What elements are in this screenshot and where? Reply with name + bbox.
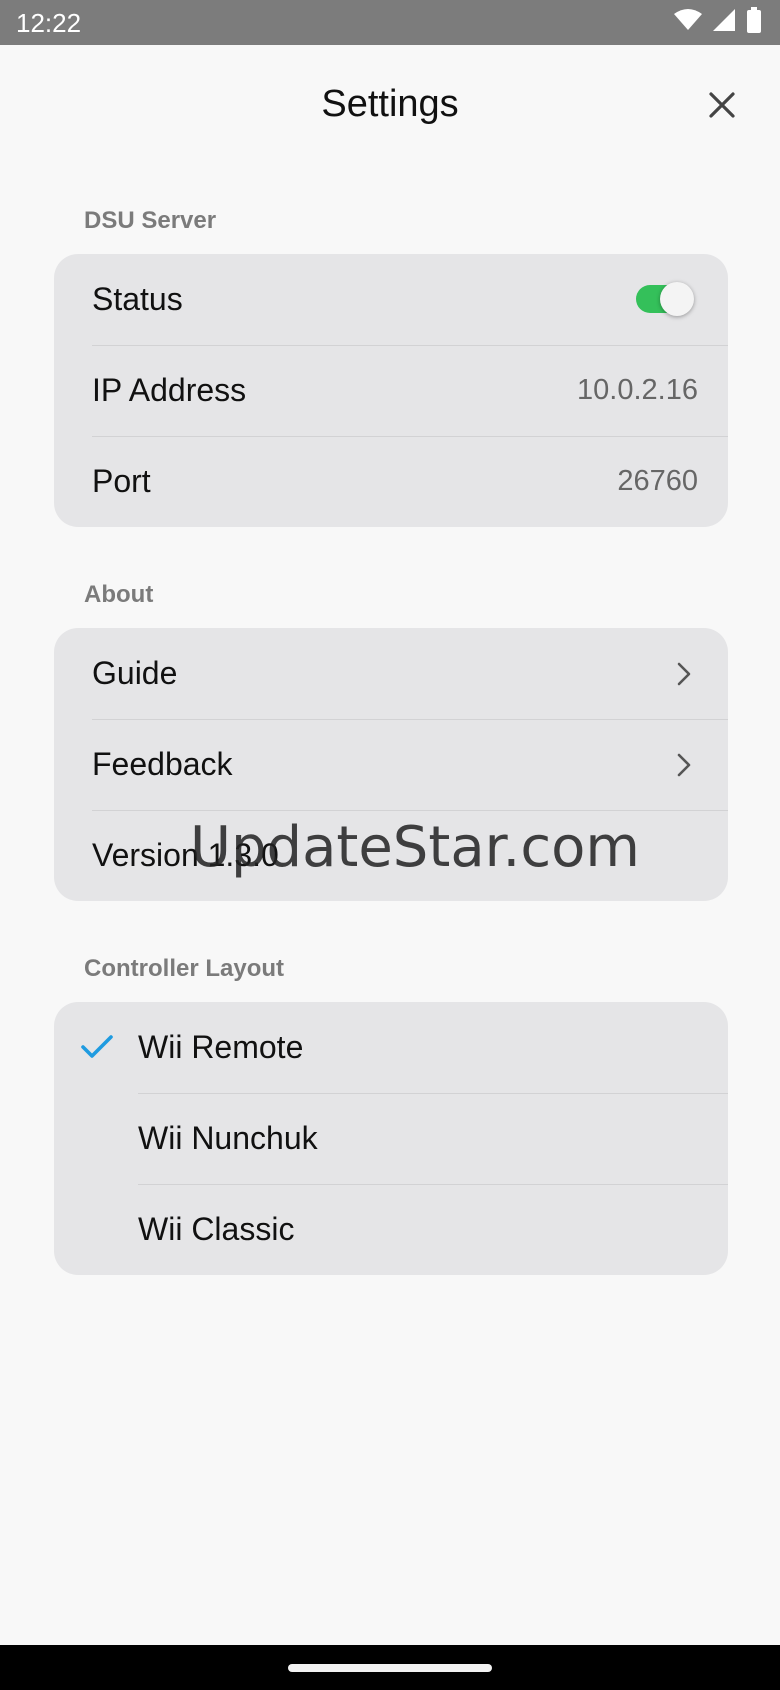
section-header-controller-layout: Controller Layout xyxy=(84,955,285,982)
watermark: UpdateStar.com xyxy=(190,815,640,880)
layout-option-wii-remote[interactable]: Wii Remote xyxy=(54,1002,728,1093)
cellular-signal-icon xyxy=(712,8,736,37)
layout-option-wii-nunchuk[interactable]: Wii Nunchuk xyxy=(54,1093,728,1184)
controller-layout-card: Wii Remote Wii Nunchuk Wii Classic xyxy=(54,1002,728,1275)
close-button[interactable] xyxy=(702,85,742,125)
ip-address-row: IP Address 10.0.2.16 xyxy=(54,345,728,436)
guide-row[interactable]: Guide xyxy=(54,628,728,719)
port-label: Port xyxy=(92,463,151,499)
home-gesture-handle[interactable] xyxy=(288,1664,492,1672)
close-icon xyxy=(709,92,735,118)
guide-label: Guide xyxy=(92,655,178,691)
checkmark-icon xyxy=(81,1035,113,1058)
chevron-right-icon xyxy=(677,662,691,686)
status-time: 12:22 xyxy=(16,8,82,38)
wifi-icon xyxy=(674,8,702,36)
layout-option-wii-classic[interactable]: Wii Classic xyxy=(54,1184,728,1275)
status-row: Status xyxy=(54,254,728,345)
navigation-bar xyxy=(0,1645,780,1690)
page-title: Settings xyxy=(321,83,459,125)
chevron-right-icon xyxy=(677,753,691,777)
section-header-dsu-server: DSU Server xyxy=(84,207,217,234)
feedback-label: Feedback xyxy=(92,746,233,782)
status-toggle[interactable] xyxy=(636,282,694,316)
port-value: 26760 xyxy=(617,465,698,497)
layout-option-label: Wii Remote xyxy=(138,1029,304,1065)
section-header-about: About xyxy=(84,581,154,608)
feedback-row[interactable]: Feedback xyxy=(54,719,728,810)
status-bar: 12:22 xyxy=(0,0,780,45)
layout-option-label: Wii Nunchuk xyxy=(138,1120,318,1156)
dsu-server-card: Status IP Address 10.0.2.16 Port 26760 xyxy=(54,254,728,527)
toggle-knob xyxy=(660,282,694,316)
status-icons xyxy=(674,6,762,38)
port-row: Port 26760 xyxy=(54,436,728,527)
status-label: Status xyxy=(92,281,183,317)
ip-address-label: IP Address xyxy=(92,372,247,408)
title-bar: Settings xyxy=(0,45,780,165)
battery-icon xyxy=(746,6,762,38)
ip-address-value: 10.0.2.16 xyxy=(577,374,698,406)
layout-option-label: Wii Classic xyxy=(138,1211,295,1247)
